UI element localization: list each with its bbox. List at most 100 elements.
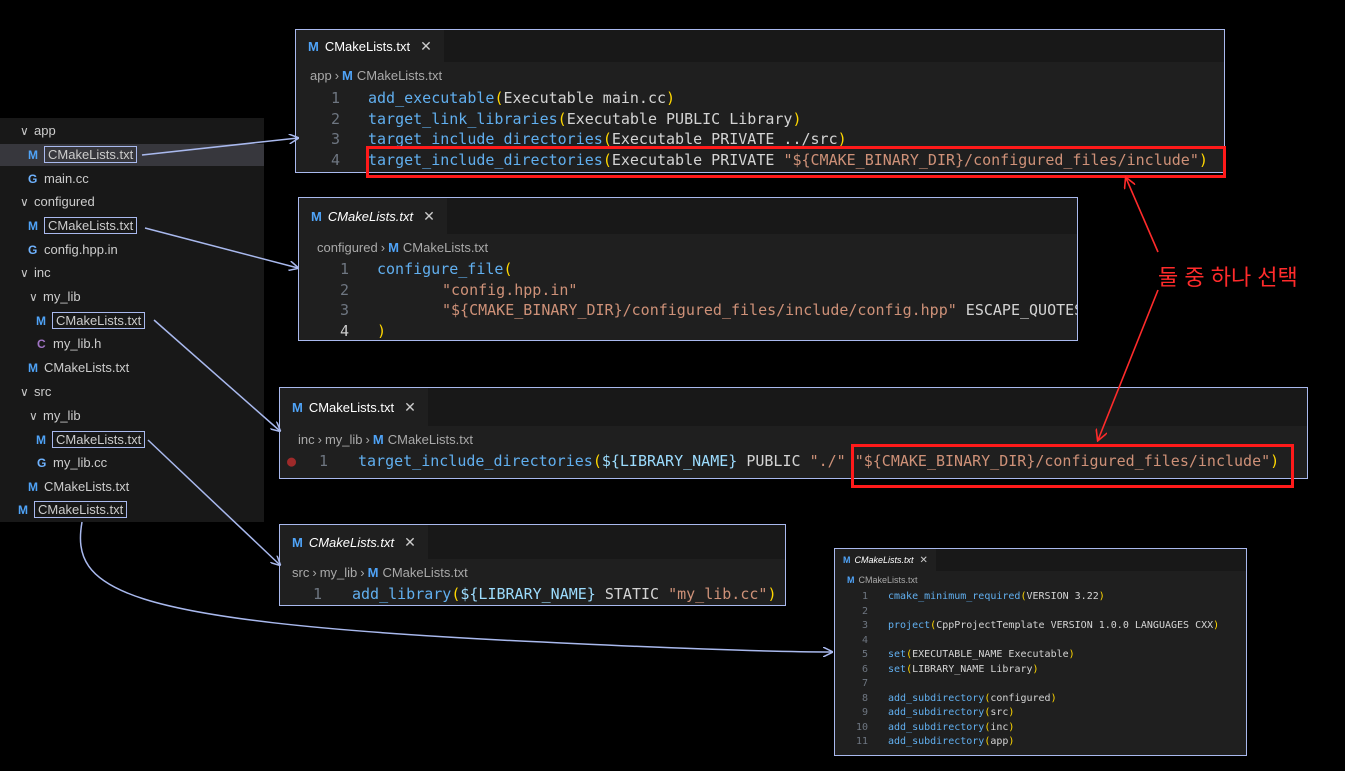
- cmake-icon: M: [843, 555, 851, 565]
- breadcrumb: app › M CMakeLists.txt: [310, 68, 442, 83]
- breadcrumb-item[interactable]: app: [310, 68, 332, 83]
- code-token: set: [888, 663, 907, 675]
- code-token: cmake_minimum_required: [888, 591, 1021, 602]
- annotation-text: 둘 중 하나 선택: [1158, 265, 1298, 290]
- line-number: 2: [330, 109, 340, 128]
- code-token: target_link_libraries: [368, 109, 558, 128]
- line-number: 11: [855, 736, 868, 747]
- close-icon[interactable]: ✕: [404, 399, 416, 416]
- breadcrumb-item[interactable]: CMakeLists.txt: [388, 432, 473, 447]
- breadcrumb-item[interactable]: inc: [298, 432, 315, 447]
- breadcrumb-item[interactable]: CMakeLists.txt: [403, 240, 488, 255]
- code-line: 1 configure_file(: [299, 259, 513, 280]
- breadcrumb: configured › M CMakeLists.txt: [317, 240, 488, 255]
- file-inc-cmakelists[interactable]: M CMakeLists.txt: [28, 357, 129, 379]
- code-string: "my_lib.cc": [668, 585, 768, 603]
- code-string: "config.hpp.in": [442, 280, 578, 299]
- breadcrumb-item[interactable]: CMakeLists.txt: [357, 68, 442, 83]
- file-label: my_lib.cc: [53, 455, 108, 470]
- code-line: 7: [835, 677, 868, 692]
- tab-label: CMakeLists.txt: [324, 38, 411, 54]
- code-token: VERSION 3.22: [1026, 591, 1099, 602]
- code-line: 1 add_executable(Executable main.cc): [296, 88, 675, 109]
- folder-inc[interactable]: ∨ inc: [20, 262, 51, 284]
- line-number: 1: [312, 585, 322, 603]
- tab-cmakelists[interactable]: M CMakeLists.txt ✕: [299, 198, 447, 234]
- tab-cmakelists[interactable]: M CMakeLists.txt ✕: [280, 388, 428, 426]
- folder-inc-my-lib[interactable]: ∨ my_lib: [29, 286, 81, 308]
- folder-label: configured: [34, 194, 95, 209]
- folder-src-my-lib[interactable]: ∨ my_lib: [29, 405, 81, 427]
- folder-label: app: [34, 123, 56, 138]
- code-line: 9 add_subdirectory(src): [835, 706, 1014, 721]
- code-token: set: [888, 649, 907, 660]
- tab-bar: M CMakeLists.txt ✕: [280, 525, 785, 559]
- code-token: PUBLIC: [737, 452, 810, 470]
- tab-cmakelists[interactable]: M CMakeLists.txt ✕: [296, 30, 444, 62]
- file-src-cmakelists[interactable]: M CMakeLists.txt: [28, 476, 129, 498]
- code-token: add_subdirectory: [888, 721, 985, 733]
- line-number: 10: [855, 721, 868, 733]
- editor-configured-cmakelists: M CMakeLists.txt ✕ configured › M CMakeList…: [298, 197, 1078, 341]
- highlight-box-option-2: [851, 444, 1294, 488]
- chevron-down-icon: ∨: [29, 409, 38, 423]
- file-root-cmakelists[interactable]: M CMakeLists.txt: [18, 499, 128, 521]
- file-my-lib-h[interactable]: Cmy_lib.h: [37, 333, 101, 355]
- breadcrumb-item[interactable]: CMakeLists.txt: [859, 575, 918, 585]
- folder-label: my_lib: [43, 408, 81, 423]
- breadcrumb-item[interactable]: my_lib: [320, 565, 358, 580]
- file-app-cmakelists[interactable]: M CMakeLists.txt: [0, 144, 264, 166]
- cmake-icon: M: [36, 314, 46, 328]
- cmake-icon: M: [847, 575, 855, 585]
- breadcrumb-item[interactable]: src: [292, 565, 309, 580]
- editor-root-cmakelists: M CMakeLists.txt ✕ M CMakeLists.txt 1 cmak…: [834, 548, 1247, 756]
- tab-bar: M CMakeLists.txt ✕: [299, 198, 1077, 234]
- code-token: EXECUTABLE_NAME Executable: [912, 649, 1069, 660]
- breakpoint-dot-icon[interactable]: ●: [280, 451, 296, 472]
- folder-app[interactable]: ∨ app: [20, 120, 56, 142]
- tab-bar: M CMakeLists.txt ✕: [280, 388, 1307, 426]
- code-token: CppProjectTemplate VERSION 1.0.0 LANGUAG…: [936, 620, 1214, 631]
- close-icon[interactable]: ✕: [423, 208, 435, 225]
- chevron-down-icon: ∨: [29, 290, 38, 304]
- cmake-icon: M: [28, 148, 38, 162]
- folder-label: my_lib: [43, 289, 81, 304]
- line-number: 1: [339, 260, 349, 278]
- line-number: 6: [861, 663, 868, 675]
- line-number: 5: [861, 649, 868, 660]
- chevron-right-icon: ›: [317, 432, 322, 447]
- file-src-my-lib-cmakelists[interactable]: M CMakeLists.txt: [36, 429, 146, 451]
- code-line: 2 target_link_libraries(Executable PUBLIC…: [296, 109, 802, 130]
- folder-label: inc: [34, 265, 51, 280]
- close-icon[interactable]: ✕: [420, 38, 432, 55]
- file-main-cc[interactable]: Gmain.cc: [28, 168, 89, 190]
- file-inc-my-lib-cmakelists[interactable]: M CMakeLists.txt: [36, 310, 146, 332]
- cpp-icon: G: [28, 243, 38, 257]
- tab-cmakelists[interactable]: M CMakeLists.txt ✕: [835, 549, 936, 571]
- code-token: STATIC: [595, 585, 669, 603]
- cpp-icon: G: [37, 456, 47, 470]
- cmake-icon: M: [18, 503, 28, 517]
- code-token: inc: [990, 721, 1009, 733]
- breadcrumb-item[interactable]: my_lib: [325, 432, 363, 447]
- breadcrumb-item[interactable]: CMakeLists.txt: [382, 565, 467, 580]
- close-icon[interactable]: ✕: [404, 534, 416, 551]
- breadcrumb-item[interactable]: configured: [317, 240, 378, 255]
- file-my-lib-cc[interactable]: Gmy_lib.cc: [37, 452, 107, 474]
- file-label: main.cc: [44, 171, 89, 186]
- code-line: 3 project(CppProjectTemplate VERSION 1.0.…: [835, 619, 1219, 634]
- folder-configured[interactable]: ∨ configured: [20, 191, 95, 213]
- code-token: add_subdirectory: [888, 692, 985, 704]
- highlight-box-option-1: [366, 146, 1226, 178]
- cmake-icon: M: [311, 208, 322, 224]
- code-line: 1 add_library(${LIBRARY_NAME} STATIC "my_…: [280, 584, 777, 605]
- file-configured-cmakelists[interactable]: M CMakeLists.txt: [28, 215, 138, 237]
- tab-cmakelists[interactable]: M CMakeLists.txt ✕: [280, 525, 428, 559]
- code-token: ): [377, 321, 387, 340]
- code-token: add_library: [352, 585, 452, 603]
- code-token: LIBRARY_NAME Library: [912, 663, 1033, 675]
- folder-src[interactable]: ∨ src: [20, 381, 51, 403]
- close-icon[interactable]: ✕: [920, 555, 928, 566]
- file-config-hpp-in[interactable]: Gconfig.hpp.in: [28, 239, 118, 261]
- chevron-right-icon: ›: [365, 432, 370, 447]
